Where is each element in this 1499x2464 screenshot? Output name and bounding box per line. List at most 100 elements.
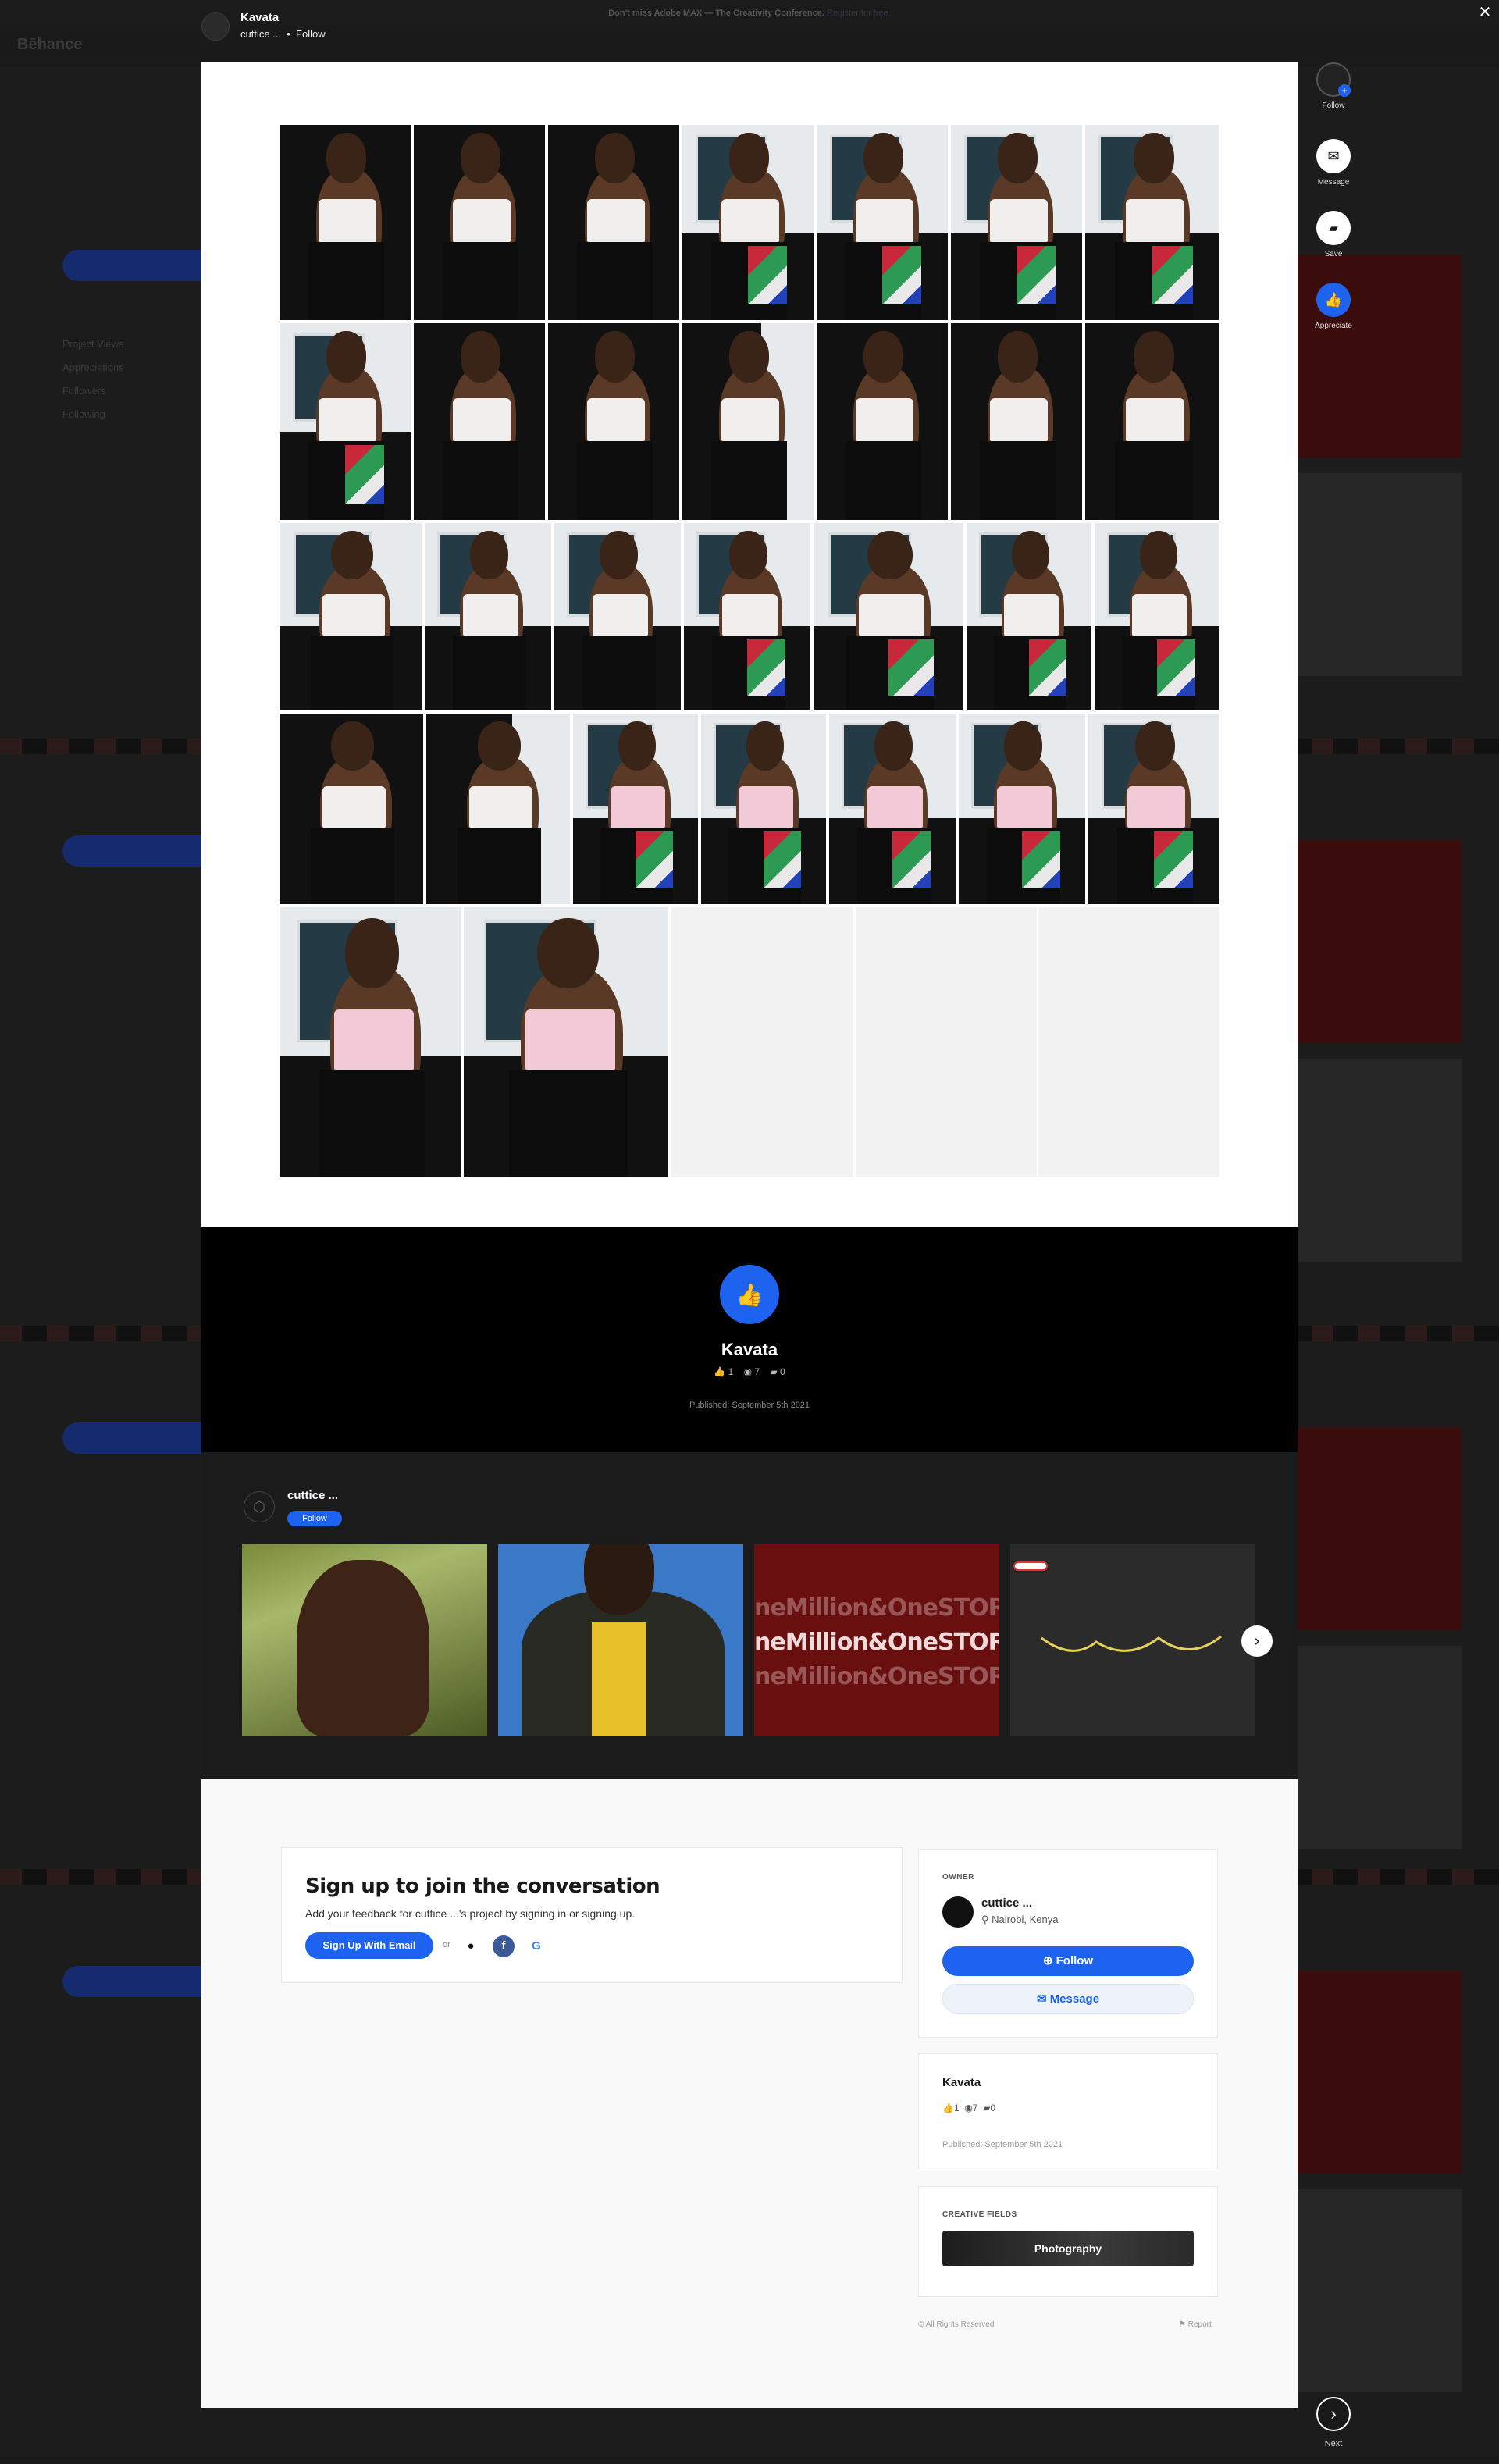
thumbs-up-icon: 👍: [942, 2103, 954, 2113]
owner-message-button[interactable]: ✉ Message: [942, 1984, 1194, 2014]
project-photo[interactable]: [1085, 323, 1219, 520]
bag-shape: [1017, 246, 1056, 304]
photography-field-button[interactable]: Photography: [942, 2231, 1194, 2266]
skirt-shape: [979, 441, 1056, 520]
clothing-shape: [333, 1009, 414, 1070]
thumbs-up-icon[interactable]: 👍: [1316, 283, 1351, 317]
project-photo[interactable]: [414, 323, 545, 520]
owner-avatar-icon[interactable]: +: [1316, 62, 1351, 97]
project-photo[interactable]: [554, 523, 681, 710]
published-date: Published: September 5th 2021: [689, 1401, 810, 1410]
more-project-thumb[interactable]: [242, 1544, 487, 1736]
report-link[interactable]: ⚑ Report: [1179, 2320, 1212, 2329]
project-photo[interactable]: [548, 125, 679, 320]
head-shape: [330, 530, 374, 579]
more-project-thumb[interactable]: [1010, 1544, 1255, 1736]
apple-icon[interactable]: ●: [460, 1935, 482, 1957]
owner-avatar[interactable]: [201, 12, 230, 41]
rail-appreciate[interactable]: 👍 Appreciate: [1305, 283, 1362, 330]
project-photo[interactable]: [426, 714, 570, 904]
google-icon[interactable]: G: [525, 1935, 547, 1957]
clothing-shape: [453, 397, 511, 442]
head-shape: [867, 530, 913, 579]
project-photo[interactable]: [814, 523, 963, 710]
project-photo[interactable]: [682, 323, 814, 520]
clothing-shape: [525, 1009, 615, 1070]
more-owner-avatar[interactable]: ⬡: [244, 1491, 275, 1522]
more-owner-name[interactable]: cuttice ...: [287, 1489, 338, 1502]
project-photo[interactable]: [548, 323, 679, 520]
clothing-shape: [322, 594, 385, 636]
owner-link[interactable]: cuttice ...: [240, 28, 281, 40]
clothing-shape: [1127, 785, 1186, 828]
project-photo[interactable]: [573, 714, 698, 904]
bag-shape: [764, 831, 801, 889]
project-photo[interactable]: [967, 523, 1091, 710]
rail-message[interactable]: ✉ Message: [1305, 139, 1362, 187]
comment-icon: ▰: [983, 2103, 991, 2113]
project-photo[interactable]: [280, 523, 422, 710]
project-photo[interactable]: [1095, 523, 1219, 710]
project-photo[interactable]: [1088, 714, 1219, 904]
project-photo[interactable]: [951, 125, 1082, 320]
more-project-thumb[interactable]: [498, 1544, 743, 1736]
bg-stat-label: Project Views: [62, 338, 124, 350]
project-photo[interactable]: [684, 523, 810, 710]
banner-text: Don't miss Adobe MAX — The Creativity Co…: [608, 9, 827, 18]
envelope-icon[interactable]: ✉: [1316, 139, 1351, 173]
project-photo[interactable]: [701, 714, 826, 904]
folder-icon[interactable]: ▰: [1316, 211, 1351, 245]
head-shape: [326, 133, 366, 183]
clothing-shape: [319, 199, 377, 242]
project-photo[interactable]: [829, 714, 956, 904]
more-project-thumb[interactable]: neMillion&OneSTORIE neMillion&OneSTORIE …: [754, 1544, 999, 1736]
view-count: ◉ 7: [743, 1366, 760, 1377]
owner-card-avatar[interactable]: [942, 1896, 974, 1928]
banner-link[interactable]: Register for free.: [827, 9, 891, 18]
skirt-shape: [311, 828, 395, 904]
eye-icon: ◉: [964, 2103, 973, 2113]
project-photo[interactable]: [817, 323, 948, 520]
header-follow-link[interactable]: Follow: [296, 28, 326, 40]
bag-shape: [1152, 246, 1193, 304]
project-photo[interactable]: [425, 523, 551, 710]
bg-follow-button: [62, 250, 219, 281]
project-photo[interactable]: [280, 323, 411, 520]
skirt-shape: [319, 1069, 425, 1177]
bag-shape: [748, 246, 788, 304]
owner-follow-button[interactable]: ⊕ Follow: [942, 1946, 1194, 1976]
project-photo[interactable]: [959, 714, 1085, 904]
project-card: Kavata 👍1 ◉7 ▰0 Published: September 5th…: [918, 2053, 1218, 2170]
project-photo[interactable]: [951, 323, 1082, 520]
clothing-shape: [996, 785, 1052, 828]
skirt-shape: [710, 441, 788, 520]
appreciate-thumbs-up-icon[interactable]: 👍: [720, 1265, 779, 1324]
more-follow-button[interactable]: Follow: [287, 1511, 342, 1526]
facebook-icon[interactable]: f: [493, 1935, 515, 1957]
head-shape: [470, 530, 508, 579]
bg-stat-label: Appreciations: [62, 361, 124, 373]
portrait-head: [297, 1560, 429, 1736]
project-photo[interactable]: [464, 907, 668, 1177]
project-photo[interactable]: [1085, 125, 1219, 320]
bg-thumb: [1296, 2189, 1462, 2392]
project-photo[interactable]: [280, 907, 461, 1177]
project-photo[interactable]: [280, 714, 423, 904]
clothing-shape: [469, 785, 533, 828]
head-shape: [461, 331, 500, 383]
owner-card-name[interactable]: cuttice ...: [981, 1896, 1032, 1910]
bg-thumb: [1296, 1971, 1462, 2174]
signup-email-button[interactable]: Sign Up With Email: [305, 1932, 433, 1959]
project-photo[interactable]: [682, 125, 814, 320]
project-photo[interactable]: [414, 125, 545, 320]
clothing-shape: [721, 594, 778, 636]
carousel-next-icon[interactable]: ›: [1241, 1625, 1273, 1657]
project-photo[interactable]: [817, 125, 948, 320]
portrait-head: [584, 1544, 654, 1615]
rail-save[interactable]: ▰ Save: [1305, 211, 1362, 258]
rail-follow[interactable]: + Follow: [1305, 62, 1362, 110]
close-icon[interactable]: ✕: [1476, 3, 1494, 22]
project-photo[interactable]: [280, 125, 411, 320]
next-project-icon[interactable]: ›: [1316, 2397, 1351, 2431]
owner-caption: OWNER: [942, 1873, 974, 1882]
